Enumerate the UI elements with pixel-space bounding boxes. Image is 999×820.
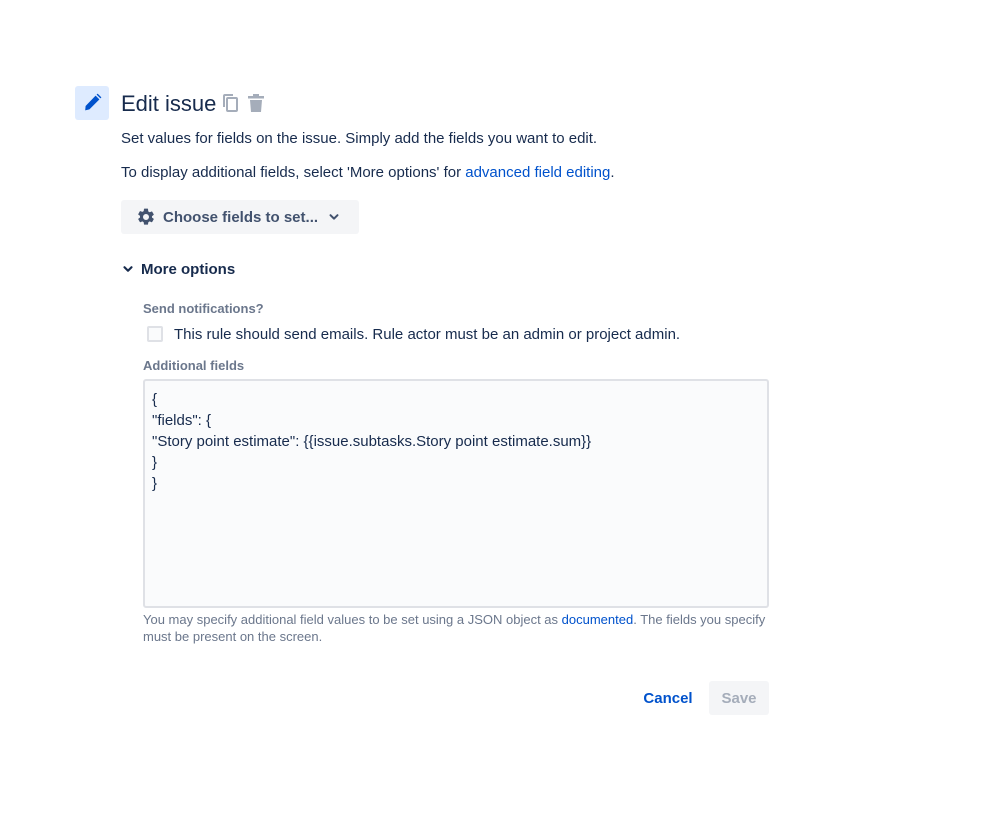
more-options-label: More options [141, 260, 236, 278]
more-options-toggle[interactable]: More options [121, 258, 235, 280]
choose-fields-label: Choose fields to set... [163, 208, 319, 226]
page-title: Edit issue [121, 91, 217, 116]
edit-issue-icon-box [75, 86, 109, 120]
chevron-down-icon [328, 211, 340, 223]
additional-fields-label: Additional fields [143, 358, 245, 373]
description-line-1: Set values for fields on the issue. Simp… [121, 130, 598, 147]
chevron-down-icon [123, 266, 133, 272]
send-emails-checkbox-row[interactable]: This rule should send emails. Rule actor… [147, 323, 680, 345]
additional-fields-json-input[interactable] [143, 379, 769, 608]
pencil-icon [85, 93, 102, 111]
cancel-button[interactable]: Cancel [633, 681, 703, 715]
description-line-2-suffix: . [610, 164, 615, 181]
send-notifications-label: Send notifications? [143, 301, 264, 316]
send-emails-checkbox[interactable] [147, 326, 163, 342]
additional-fields-help-text: You may specify additional field values … [143, 611, 769, 645]
save-button[interactable]: Save [709, 681, 769, 715]
copy-icon[interactable] [221, 93, 241, 113]
trash-icon[interactable] [246, 93, 266, 113]
advanced-field-editing-link[interactable]: advanced field editing [465, 164, 610, 181]
choose-fields-button[interactable]: Choose fields to set... [121, 200, 359, 234]
help-text-prefix: You may specify additional field values … [143, 612, 562, 627]
description-line-2: To display additional fields, select 'Mo… [121, 163, 615, 183]
documented-link[interactable]: documented [562, 612, 634, 627]
send-emails-checkbox-label[interactable]: This rule should send emails. Rule actor… [174, 326, 680, 343]
gear-icon [138, 208, 154, 225]
description-line-2-text: To display additional fields, select 'Mo… [121, 164, 466, 181]
